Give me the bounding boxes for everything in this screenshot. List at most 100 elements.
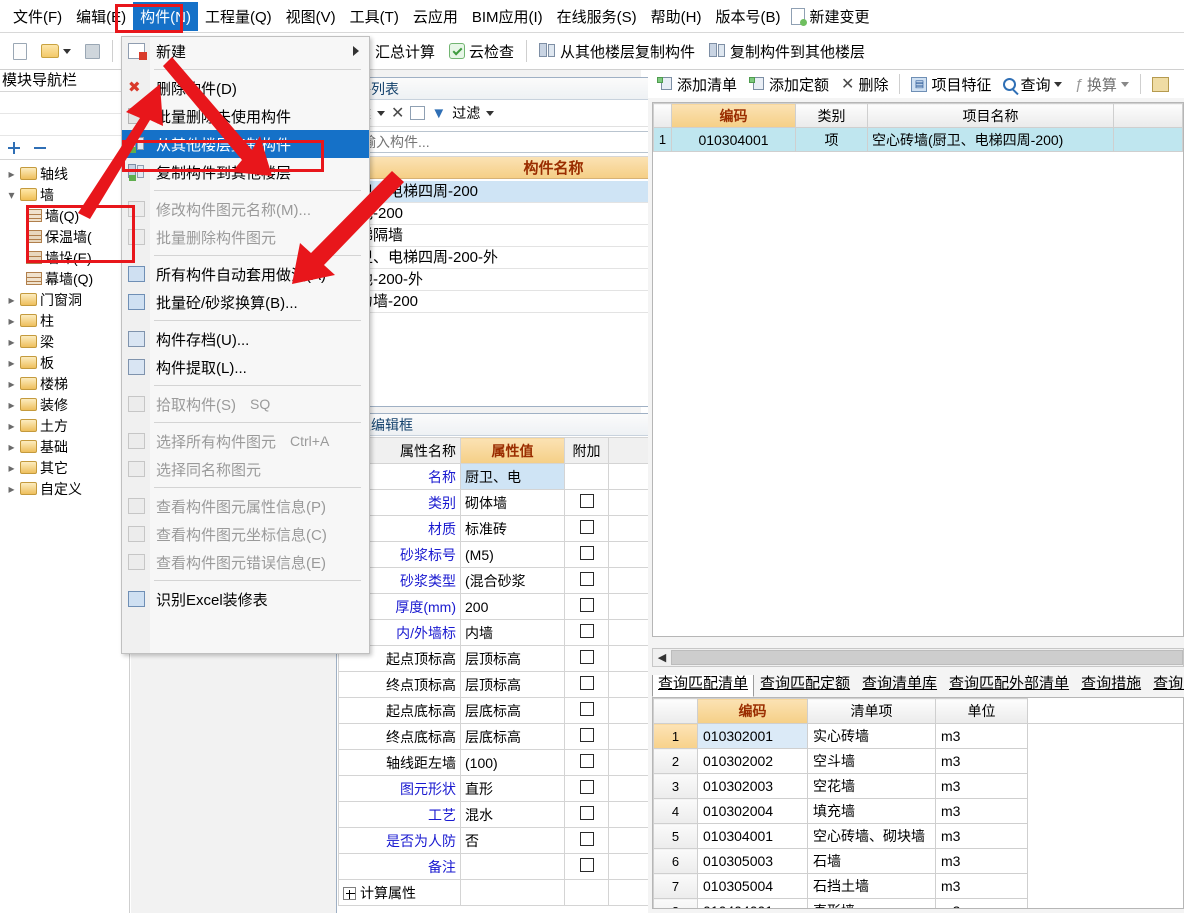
cell-list-item[interactable]: 实心砖墙 <box>807 723 936 749</box>
property-value[interactable]: (M5) <box>460 541 565 568</box>
property-value[interactable] <box>460 879 565 906</box>
attach-checkbox[interactable] <box>579 572 594 586</box>
menu-item-edit[interactable]: 编辑(E) <box>69 2 133 31</box>
summary-calc-button[interactable]: 汇总计算 <box>368 39 442 64</box>
cell-code[interactable]: 010305004 <box>697 873 808 899</box>
delete-button[interactable]: ✕ 删除 <box>836 72 893 97</box>
table-row[interactable]: 8 010404001 直形墙 m3 <box>653 898 1184 908</box>
tab-match-external-list[interactable]: 查询匹配外部清单 <box>943 675 1075 697</box>
chevron-right-icon[interactable]: ▸ <box>6 335 17 349</box>
copy-icon[interactable] <box>410 106 426 120</box>
menu-item-file[interactable]: 文件(F) <box>6 2 69 31</box>
tree-item-door-window[interactable]: ▸ 门窗洞 <box>0 289 129 310</box>
property-value[interactable]: 层底标高 <box>460 697 565 724</box>
cell-unit[interactable]: m3 <box>935 748 1028 774</box>
filter-icon[interactable]: ▼ <box>431 105 446 122</box>
add-quota-button[interactable]: 添加定额 <box>744 72 834 97</box>
cell-unit[interactable]: m3 <box>935 848 1028 874</box>
menu-item-batch-mortar-convert[interactable]: 批量砼/砂浆换算(B)... <box>122 288 369 316</box>
tab-query-quota[interactable]: 查询定额 <box>1147 675 1184 697</box>
cell-category[interactable]: 项 <box>795 127 868 152</box>
property-value[interactable]: 直形 <box>460 775 565 802</box>
cell-unit[interactable]: m3 <box>935 873 1028 899</box>
tree-item-slab[interactable]: ▸ 板 <box>0 352 129 373</box>
attach-checkbox[interactable] <box>579 702 594 716</box>
cell-list-item[interactable]: 空斗墙 <box>807 748 936 774</box>
cell-list-item[interactable]: 直形墙 <box>807 898 936 908</box>
menu-item-help[interactable]: 帮助(H) <box>644 2 709 31</box>
chevron-right-icon[interactable]: ▸ <box>6 440 17 454</box>
scroll-track[interactable] <box>671 650 1183 665</box>
attach-checkbox[interactable] <box>579 650 594 664</box>
property-value[interactable]: (混合砂浆 <box>460 567 565 594</box>
property-value[interactable]: 层底标高 <box>460 723 565 750</box>
menu-item-batch-delete-unused[interactable]: 批量删除未使用构件 <box>122 102 369 130</box>
tree-item-beam[interactable]: ▸ 梁 <box>0 331 129 352</box>
cell-list-item[interactable]: 空花墙 <box>807 773 936 799</box>
chevron-down-icon[interactable] <box>377 110 385 116</box>
menu-item-view[interactable]: 视图(V) <box>279 2 343 31</box>
new-document-button[interactable] <box>6 41 34 62</box>
property-value[interactable]: 层顶标高 <box>460 645 565 672</box>
close-icon[interactable]: ✕ <box>391 103 404 123</box>
cell-list-item[interactable]: 空心砖墙、砌块墙 <box>807 823 936 849</box>
attach-checkbox[interactable] <box>579 832 594 846</box>
brush-tool-button[interactable] <box>1147 75 1174 94</box>
attach-checkbox[interactable] <box>579 754 594 768</box>
chevron-right-icon[interactable]: ▸ <box>6 356 17 370</box>
chevron-right-icon[interactable]: ▸ <box>6 398 17 412</box>
cell-list-item[interactable]: 石挡土墙 <box>807 873 936 899</box>
copy-to-other-floor-button[interactable]: 复制构件到其他楼层 <box>702 39 872 64</box>
tab-list-library[interactable]: 查询清单库 <box>856 675 943 697</box>
attach-checkbox[interactable] <box>579 728 594 742</box>
open-file-button[interactable] <box>34 42 78 60</box>
table-row[interactable]: 6 010305003 石墙 m3 <box>653 848 1184 874</box>
query-button[interactable]: 查询 <box>998 72 1067 97</box>
convert-button[interactable]: ƒ 换算 <box>1069 72 1133 97</box>
tree-item-wall[interactable]: 墙(Q) <box>0 205 129 226</box>
attach-checkbox[interactable] <box>579 598 594 612</box>
chevron-right-icon[interactable]: ▸ <box>6 461 17 475</box>
copy-from-other-floor-button[interactable]: 从其他楼层复制构件 <box>532 39 702 64</box>
menu-item-recognize-excel[interactable]: 识别Excel装修表 <box>122 585 369 613</box>
cell-code[interactable]: 010302002 <box>697 748 808 774</box>
property-value[interactable]: 标准砖 <box>460 515 565 542</box>
menu-item-copy-to-other-floor[interactable]: 复制构件到其他楼层 <box>122 158 369 186</box>
attach-checkbox[interactable] <box>579 520 594 534</box>
table-row[interactable]: 3 010302003 空花墙 m3 <box>653 773 1184 799</box>
project-feature-button[interactable]: ▤ 项目特征 <box>906 72 996 97</box>
chevron-down-icon[interactable] <box>1054 81 1063 87</box>
tree-item-other[interactable]: ▸ 其它 <box>0 457 129 478</box>
menu-item-archive-component[interactable]: 构件存档(U)... <box>122 325 369 353</box>
save-button[interactable] <box>78 42 107 61</box>
cell-unit[interactable]: m3 <box>935 823 1028 849</box>
chevron-down-icon[interactable]: ▾ <box>6 188 17 202</box>
scroll-left-icon[interactable]: ◀ <box>653 651 671 664</box>
chevron-right-icon[interactable]: ▸ <box>6 167 17 181</box>
chevron-down-icon[interactable] <box>486 110 495 116</box>
property-value[interactable]: 层顶标高 <box>460 671 565 698</box>
property-value[interactable]: 否 <box>460 827 565 854</box>
property-value[interactable]: 砌体墙 <box>460 489 565 516</box>
expand-all-icon[interactable] <box>6 140 22 156</box>
cell-list-item[interactable]: 填充墙 <box>807 798 936 824</box>
chevron-right-icon[interactable]: ▸ <box>6 314 17 328</box>
horizontal-scrollbar[interactable]: ◀ <box>652 648 1184 667</box>
tab-match-list[interactable]: 查询匹配清单 <box>652 675 755 697</box>
plus-expander-icon[interactable] <box>343 887 356 901</box>
menu-item-copy-from-other-floor[interactable]: 从其他楼层复制构件 <box>122 130 369 158</box>
table-row[interactable]: 5 010304001 空心砖墙、砌块墙 m3 <box>653 823 1184 849</box>
attach-checkbox[interactable] <box>579 494 594 508</box>
menu-item-quantity[interactable]: 工程量(Q) <box>198 2 279 31</box>
tree-item-stair[interactable]: ▸ 楼梯 <box>0 373 129 394</box>
cell-code[interactable]: 010302001 <box>697 723 808 749</box>
chevron-right-icon[interactable]: ▸ <box>6 293 17 307</box>
menu-item-component[interactable]: 构件(N) <box>133 1 198 31</box>
cell-code[interactable]: 010302003 <box>697 773 808 799</box>
menu-item-version[interactable]: 版本号(B) <box>708 2 787 31</box>
tab-measures[interactable]: 查询措施 <box>1075 675 1147 697</box>
tree-item-axis[interactable]: ▸ 轴线 <box>0 163 129 184</box>
tree-item-foundation[interactable]: ▸ 基础 <box>0 436 129 457</box>
tree-item-decoration[interactable]: ▸ 装修 <box>0 394 129 415</box>
filter-button[interactable]: 过滤 <box>452 103 480 123</box>
